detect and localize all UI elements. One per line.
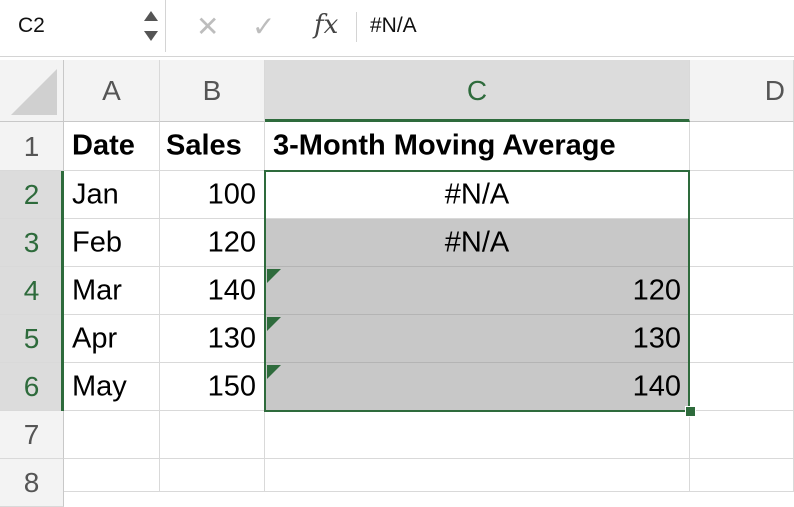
confirm-icon[interactable]: ✓: [252, 10, 275, 43]
cell-text: 3-Month Moving Average: [273, 129, 616, 162]
cell-a5[interactable]: Apr: [64, 315, 160, 363]
column-header-c[interactable]: C: [265, 60, 690, 122]
cell-text: Date: [72, 129, 135, 162]
cell-c8[interactable]: [265, 459, 690, 492]
chevron-down-icon[interactable]: [144, 31, 158, 41]
row-header-4[interactable]: 4: [0, 267, 64, 315]
cell-b1[interactable]: Sales: [160, 122, 265, 171]
cell-text: #N/A: [444, 226, 510, 258]
cell-a8[interactable]: [64, 459, 160, 492]
row-header-6[interactable]: 6: [0, 363, 64, 411]
cell-a7[interactable]: [64, 411, 160, 459]
cell-d3[interactable]: [690, 219, 794, 267]
cell-c4[interactable]: 120: [265, 267, 690, 315]
cell-text: 130: [207, 322, 256, 354]
cell-b7[interactable]: [160, 411, 265, 459]
chevron-up-icon[interactable]: [144, 11, 158, 21]
column-header-b[interactable]: B: [160, 60, 265, 122]
cell-d2[interactable]: [690, 171, 794, 219]
cell-text: 150: [207, 370, 256, 402]
cell-d5[interactable]: [690, 315, 794, 363]
row-header-8[interactable]: 8: [0, 459, 64, 507]
cell-a3[interactable]: Feb: [64, 219, 160, 267]
cell-a4[interactable]: Mar: [64, 267, 160, 315]
cell-text: Apr: [72, 322, 118, 354]
insert-function-icon[interactable]: fx: [314, 10, 338, 40]
cell-text: Mar: [72, 274, 122, 306]
row-header-7[interactable]: 7: [0, 411, 64, 459]
cell-text: 100: [207, 178, 256, 210]
cell-text: 140: [207, 274, 256, 306]
cell-c5[interactable]: 130: [265, 315, 690, 363]
select-all-corner[interactable]: [0, 60, 64, 122]
cell-c3[interactable]: #N/A: [265, 219, 690, 267]
column-header-d[interactable]: D: [690, 60, 794, 122]
cell-b3[interactable]: 120: [160, 219, 265, 267]
cell-text: Jan: [72, 178, 119, 210]
fill-handle[interactable]: [685, 406, 696, 417]
cell-text: 120: [632, 274, 681, 306]
cell-a6[interactable]: May: [64, 363, 160, 411]
cell-text: #N/A: [444, 178, 510, 210]
cell-text: Feb: [72, 226, 122, 258]
name-box-stepper[interactable]: [142, 7, 160, 47]
cell-d7[interactable]: [690, 411, 794, 459]
cell-text: Sales: [166, 129, 242, 162]
select-all-icon: [11, 69, 57, 115]
cell-b2[interactable]: 100: [160, 171, 265, 219]
cell-d1[interactable]: [690, 122, 794, 171]
cell-c6[interactable]: 140: [265, 363, 690, 411]
formula-input[interactable]: #N/A: [370, 14, 417, 38]
cell-d6[interactable]: [690, 363, 794, 411]
cell-text: 120: [207, 226, 256, 258]
cell-d8[interactable]: [690, 459, 794, 492]
cell-c7[interactable]: [265, 411, 690, 459]
cell-b8[interactable]: [160, 459, 265, 492]
cell-a1[interactable]: Date: [64, 122, 160, 171]
cell-text: 130: [632, 322, 681, 354]
error-indicator-icon[interactable]: [267, 317, 281, 331]
row-header-3[interactable]: 3: [0, 219, 64, 267]
formula-bar: C2 ✕ ✓ fx #N/A: [0, 0, 794, 57]
row-header-5[interactable]: 5: [0, 315, 64, 363]
name-box[interactable]: C2: [0, 0, 166, 52]
error-indicator-icon[interactable]: [267, 365, 281, 379]
formula-bar-divider: [356, 12, 357, 42]
cell-b5[interactable]: 130: [160, 315, 265, 363]
row-header-1[interactable]: 1: [0, 122, 64, 171]
cell-d4[interactable]: [690, 267, 794, 315]
cell-b4[interactable]: 140: [160, 267, 265, 315]
cancel-icon[interactable]: ✕: [196, 10, 219, 43]
cell-text: May: [72, 370, 127, 402]
column-header-a[interactable]: A: [64, 60, 160, 122]
cell-a2[interactable]: Jan: [64, 171, 160, 219]
cell-c1[interactable]: 3-Month Moving Average: [265, 122, 690, 171]
cell-b6[interactable]: 150: [160, 363, 265, 411]
name-box-value: C2: [18, 14, 45, 37]
cell-c2-active[interactable]: #N/A: [265, 171, 690, 219]
error-indicator-icon[interactable]: [267, 269, 281, 283]
row-header-2[interactable]: 2: [0, 171, 64, 219]
cell-text: 140: [632, 370, 681, 402]
